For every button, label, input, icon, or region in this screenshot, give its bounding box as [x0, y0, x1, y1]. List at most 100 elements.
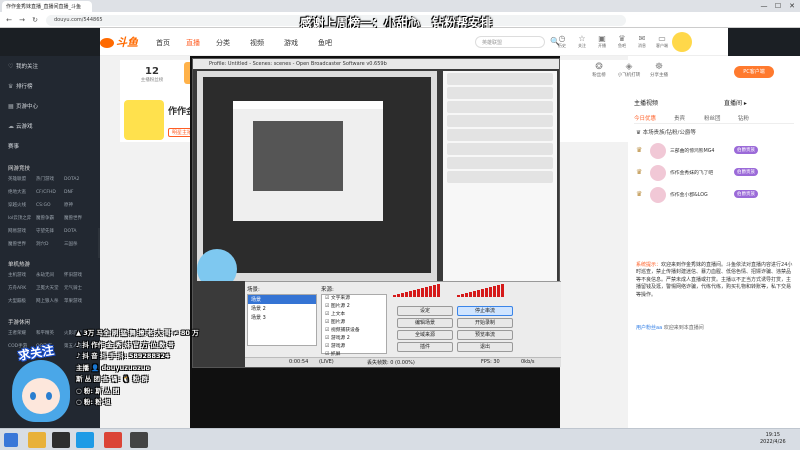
- sidebar-category-link[interactable]: 元气骑士: [64, 285, 92, 291]
- sidebar-item-follow[interactable]: ♡ 我的关注: [8, 62, 38, 70]
- start-live-button[interactable]: ▣ 开播: [592, 34, 612, 49]
- sidebar-category-link[interactable]: 洞穴D: [36, 241, 64, 247]
- welcome-user[interactable]: 用户粉丝aa: [636, 325, 662, 331]
- reload-icon[interactable]: ↻: [30, 15, 40, 25]
- sidebar-category-link[interactable]: DOTA2: [64, 177, 92, 182]
- douyu-logo[interactable]: 斗鱼: [100, 34, 138, 50]
- sidebar-category-link[interactable]: 原神: [64, 202, 92, 208]
- sidebar-item-rank[interactable]: ♛ 排行榜: [8, 82, 33, 90]
- close-button[interactable]: ✕: [786, 0, 798, 12]
- start-record-button[interactable]: 开始录制: [457, 318, 513, 328]
- noble-row[interactable]: ♛ 作作金小郡&LOG 伯爵贵族: [636, 186, 796, 204]
- rank-box[interactable]: 12 主播粉丝榜: [126, 66, 178, 83]
- source-item[interactable]: 游戏源 2: [322, 335, 386, 343]
- nav-category[interactable]: 分类: [216, 38, 230, 48]
- scene-item[interactable]: 场景 2: [248, 304, 316, 313]
- fan-rank-button[interactable]: ❂ 粉丝榜: [586, 62, 612, 78]
- host-video-link[interactable]: 主播视频: [634, 98, 658, 107]
- sidebar-category-link[interactable]: 绝地大逃: [8, 189, 36, 195]
- exit-button[interactable]: 退出: [457, 342, 513, 352]
- tab-today[interactable]: 今日优惠: [634, 114, 656, 122]
- global-source-button[interactable]: 全域来源: [397, 330, 453, 340]
- sidebar-category-link[interactable]: 方舟ARK: [8, 285, 36, 291]
- sidebar-category-link[interactable]: DOTA: [64, 229, 92, 234]
- sidebar-category-link[interactable]: 英雄联盟: [8, 176, 36, 182]
- nav-live[interactable]: 直播: [186, 38, 200, 48]
- sidebar-item-cloudgame[interactable]: ☁ 云游戏: [8, 122, 33, 130]
- sidebar-category-link[interactable]: 和平精英: [36, 330, 64, 336]
- preview-stream-button[interactable]: 预览串流: [457, 330, 513, 340]
- yuba-button[interactable]: ♛ 鱼吧: [612, 34, 632, 49]
- nav-yuba[interactable]: 鱼吧: [318, 38, 332, 48]
- sidebar-category-link[interactable]: 怀旧游戏: [64, 272, 92, 278]
- plugins-button[interactable]: 插件: [397, 342, 453, 352]
- sidebar-category-link[interactable]: 网上狼人杀: [36, 298, 64, 304]
- chrome-icon[interactable]: [104, 432, 122, 448]
- qq-icon[interactable]: [76, 432, 94, 448]
- sidebar-category-link[interactable]: 魔兽世界: [8, 241, 36, 247]
- sidebar-category-link[interactable]: lol云顶之弈: [8, 215, 36, 221]
- nav-video[interactable]: 视频: [250, 38, 264, 48]
- search-input[interactable]: 英雄联盟: [475, 36, 545, 48]
- nav-game[interactable]: 游戏: [284, 38, 298, 48]
- noble-row[interactable]: ♛ 三部曲的惊鸿熊MG4 伯爵贵族: [636, 142, 796, 160]
- mic-volume-meter[interactable]: [393, 284, 441, 298]
- sidebar-category-link[interactable]: 永劫无间: [36, 272, 64, 278]
- sidebar-category-link[interactable]: 三国杀: [64, 241, 92, 247]
- scene-item[interactable]: 场景: [248, 295, 316, 304]
- source-list[interactable]: 文字来源 图片源 2 上文本 图片源 视频捕获设备 游戏源 2 游戏源 抓屏: [321, 294, 387, 357]
- sidebar-category-link[interactable]: 大型蹦极: [8, 298, 36, 304]
- sidebar-item-webgame[interactable]: ▦ 页游中心: [8, 102, 38, 110]
- source-item[interactable]: 图片源 2: [322, 303, 386, 311]
- plane-button[interactable]: ◈ 小飞机打转: [616, 62, 642, 78]
- back-icon[interactable]: ←: [4, 15, 14, 25]
- sidebar-category-link[interactable]: 网易游戏: [8, 228, 36, 234]
- tab-vip[interactable]: 贵宾: [674, 114, 685, 122]
- pc-client-button[interactable]: PC客户端: [734, 66, 774, 78]
- source-item[interactable]: 图片源: [322, 319, 386, 327]
- tab-fanclub[interactable]: 粉丝团: [704, 114, 721, 122]
- tab-diamond[interactable]: 钻粉: [738, 114, 749, 122]
- user-avatar[interactable]: [672, 32, 692, 52]
- noble-row[interactable]: ♛ 作作金秀妹的飞了吧 伯爵贵族: [636, 164, 796, 182]
- scene-item[interactable]: 场景 3: [248, 313, 316, 322]
- sidebar-category-link[interactable]: CS:GO: [36, 203, 64, 208]
- sidebar-category-link[interactable]: 守望先锋: [36, 228, 64, 234]
- stop-stream-button[interactable]: 停止串流: [457, 306, 513, 316]
- edit-scene-button[interactable]: 编辑场景: [397, 318, 453, 328]
- room-link[interactable]: 直播间 ▸: [724, 98, 747, 107]
- sidebar-category-link[interactable]: 主机游戏: [8, 272, 36, 278]
- desktop-volume-meter[interactable]: [457, 284, 505, 298]
- source-item[interactable]: 文字来源: [322, 295, 386, 303]
- share-button[interactable]: ☸ 分享主播: [646, 62, 672, 78]
- sidebar-category-link[interactable]: 穿越火线: [8, 202, 36, 208]
- sidebar-category-link[interactable]: 卫冕大天堂: [36, 285, 64, 291]
- source-item[interactable]: 视频捕获设备: [322, 327, 386, 335]
- settings-button[interactable]: 设定: [397, 306, 453, 316]
- file-explorer-icon[interactable]: [28, 432, 46, 448]
- client-button[interactable]: ▭ 客户端: [652, 34, 672, 49]
- sidebar-item-esports[interactable]: 赛事: [8, 142, 19, 150]
- sidebar-category-link[interactable]: 魔兽争霸: [36, 215, 64, 221]
- minimize-button[interactable]: —: [758, 0, 770, 12]
- windows-start-icon[interactable]: [4, 433, 18, 447]
- sidebar-category-link[interactable]: 魔兽世界: [64, 215, 92, 221]
- browser-tab[interactable]: 作作金秀妹直播_直播间直播_斗鱼: [2, 1, 92, 12]
- follow-button[interactable]: ☆ 关注: [572, 34, 592, 49]
- obs-icon[interactable]: [130, 432, 148, 448]
- system-clock[interactable]: 19:15 2022/4/26: [760, 432, 786, 446]
- source-item[interactable]: 上文本: [322, 311, 386, 319]
- sidebar-category-link[interactable]: 热门游戏: [36, 176, 64, 182]
- sidebar-category-link[interactable]: CF/CFHD: [36, 190, 64, 195]
- streamer-avatar[interactable]: [124, 100, 164, 140]
- message-button[interactable]: ✉ 消息: [632, 34, 652, 49]
- app-icon[interactable]: [52, 432, 70, 448]
- forward-icon[interactable]: →: [17, 15, 27, 25]
- maximize-button[interactable]: ☐: [772, 0, 784, 12]
- sidebar-category-link[interactable]: 苹果游戏: [64, 298, 92, 304]
- source-item[interactable]: 游戏源: [322, 343, 386, 351]
- sidebar-category-link[interactable]: 王者荣耀: [8, 330, 36, 336]
- history-button[interactable]: ◷ 历史: [552, 34, 572, 49]
- sidebar-category-link[interactable]: DNF: [64, 190, 92, 195]
- nav-home[interactable]: 首页: [156, 38, 170, 48]
